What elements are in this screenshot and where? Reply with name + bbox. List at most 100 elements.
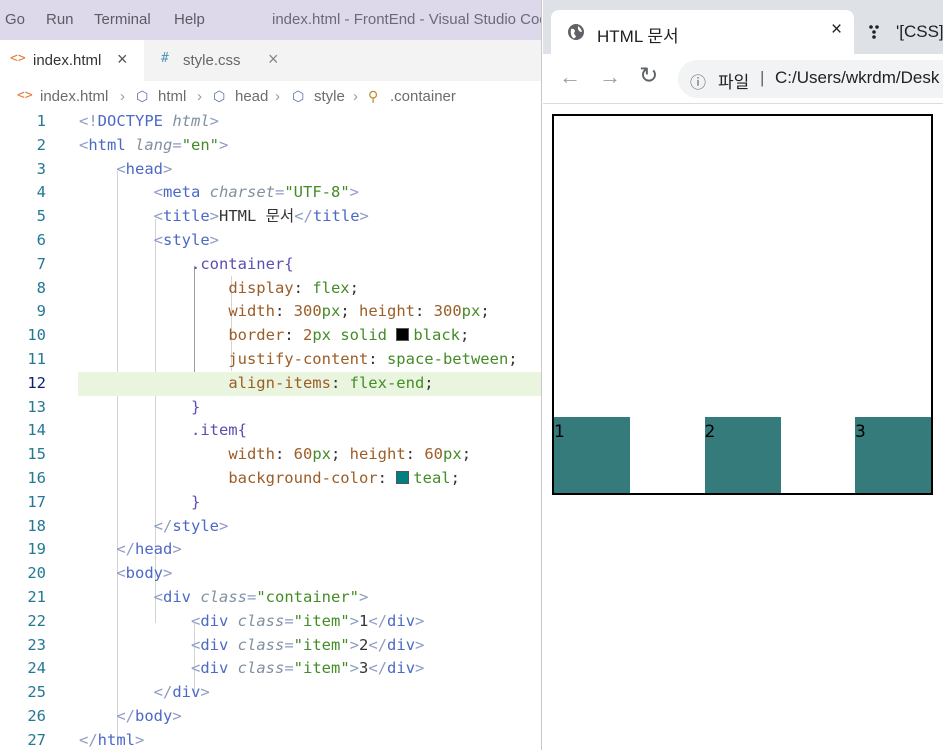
info-icon[interactable]: ⓘ [690, 69, 706, 93]
forward-button[interactable]: → [599, 64, 621, 90]
color-swatch[interactable] [396, 471, 410, 484]
breadcrumb-item[interactable]: head [235, 88, 268, 105]
code-line[interactable]: 13 } [0, 396, 542, 420]
code-text: <!DOCTYPE html> [79, 110, 219, 134]
browser-tab-title: HTML 문서 [597, 27, 679, 46]
code-line[interactable]: 27 </html> [0, 729, 542, 750]
code-token: < [79, 135, 89, 154]
breadcrumb-item[interactable]: .container [390, 88, 456, 105]
code-token: "en" [181, 135, 220, 154]
menu-run[interactable]: Run [46, 11, 74, 28]
code-token: > [163, 159, 173, 178]
code-line[interactable]: 2 <html lang="en"> [0, 134, 542, 158]
code-line[interactable]: 23 <div class="item">2</div> [0, 634, 542, 658]
code-text: <div class="item">1</div> [79, 610, 424, 634]
css-rule-icon: ⚲ [368, 88, 379, 104]
breadcrumb-item[interactable]: style [314, 88, 345, 105]
tab-index-html[interactable]: <> index.html × [0, 40, 144, 81]
code-line[interactable]: 7 .container{ [0, 253, 542, 277]
code-token: black [413, 326, 460, 345]
code-line[interactable]: 3 <head> [0, 158, 542, 182]
code-line[interactable]: 17 } [0, 491, 542, 515]
code-token: ; [460, 326, 470, 345]
chevron-right-icon: › [120, 88, 125, 105]
code-line[interactable]: 25 </div> [0, 681, 542, 705]
code-text: </div> [79, 681, 210, 705]
code-token: .container{ [190, 254, 294, 273]
breadcrumb-item[interactable]: html [158, 88, 186, 105]
code-line[interactable]: 18 </style> [0, 515, 542, 539]
back-button[interactable]: ← [559, 64, 581, 90]
code-token: > [349, 611, 360, 630]
code-line[interactable]: 8 display: flex; [0, 277, 542, 301]
code-text: <head> [79, 158, 172, 182]
code-token: : [274, 302, 294, 321]
code-line[interactable]: 15 width: 60px; height: 60px; [0, 443, 542, 467]
code-token: > [200, 683, 210, 702]
line-number: 26 [27, 707, 46, 725]
line-number: 20 [27, 564, 46, 583]
browser-tab-inactive[interactable]: '[CSS] [859, 10, 943, 54]
code-line[interactable]: 20 <body> [0, 562, 542, 586]
code-line[interactable]: 22 <div class="item">1</div> [0, 610, 542, 634]
code-line[interactable]: 12 align-items: flex-end; [0, 371, 542, 396]
close-icon[interactable]: × [268, 49, 279, 70]
code-token: > [415, 635, 425, 654]
code-token: border [228, 326, 285, 345]
code-line[interactable]: 11 justify-content: space-between; [0, 348, 542, 372]
color-swatch[interactable] [396, 328, 410, 342]
browser-tab-active[interactable]: HTML 문서 × [551, 10, 854, 54]
line-number: 17 [27, 492, 46, 511]
line-number: 21 [27, 588, 46, 606]
pane-divider[interactable] [541, 0, 542, 750]
close-icon[interactable]: × [831, 19, 842, 41]
code-token: "item" [293, 635, 350, 654]
code-token: </ [116, 540, 135, 559]
code-line[interactable]: 14 .item{ [0, 419, 542, 443]
code-editor[interactable]: 1 <!DOCTYPE html> 2 <html lang="en"> 3 <head… [0, 110, 542, 750]
flex-container: 1 2 3 [552, 114, 933, 495]
address-bar[interactable]: ⓘ 파일 | C:/Users/wkrdm/Desk [678, 60, 943, 98]
code-line[interactable]: 9 width: 300px; height: 300px; [0, 300, 542, 324]
code-token: <! [79, 112, 98, 130]
line-number: 9 [36, 302, 46, 321]
code-line[interactable]: 1 <!DOCTYPE html> [0, 110, 542, 134]
address-url[interactable]: C:/Users/wkrdm/Desk [775, 68, 939, 88]
code-token: : [274, 445, 294, 464]
code-token: < [153, 231, 163, 249]
line-number: 14 [27, 421, 46, 440]
breadcrumb: <> index.html › ⬡ html › ⬡ head › ⬡ styl… [0, 85, 542, 109]
code-line[interactable]: 6 <style> [0, 229, 542, 253]
code-token: ; [450, 469, 460, 487]
code-token: div [200, 611, 238, 630]
code-token: DOCTYPE [97, 112, 173, 130]
code-text: <body> [79, 562, 172, 586]
code-token: </ [294, 207, 313, 226]
menu-help[interactable]: Help [174, 11, 205, 28]
code-line[interactable]: 19 </head> [0, 538, 542, 562]
code-text: border: 2px solid black; [79, 324, 469, 348]
menu-go[interactable]: Go [5, 11, 25, 28]
close-icon[interactable]: × [117, 49, 128, 70]
code-line[interactable]: 10 border: 2px solid black; [0, 324, 542, 348]
line-number: 4 [36, 183, 46, 202]
menu-terminal[interactable]: Terminal [94, 11, 151, 28]
code-line[interactable]: 16 background-color: teal; [0, 467, 542, 491]
code-token: class [237, 635, 285, 654]
tab-style-css[interactable]: # style.css × [144, 40, 294, 81]
cube-icon: ⬡ [292, 88, 305, 104]
breadcrumb-item[interactable]: index.html [40, 88, 108, 105]
code-token: : [293, 278, 313, 297]
code-token: ; [331, 445, 350, 464]
code-line[interactable]: 26 </body> [0, 705, 542, 729]
code-line[interactable]: 24 <div class="item">3</div> [0, 657, 542, 681]
code-line[interactable]: 5 <title>HTML 문서</title> [0, 205, 542, 229]
code-line[interactable]: 4 <meta charset="UTF-8"> [0, 181, 542, 205]
code-line[interactable]: 21 <div class="container"> [0, 586, 542, 610]
reload-button[interactable]: ↻ [639, 62, 658, 89]
